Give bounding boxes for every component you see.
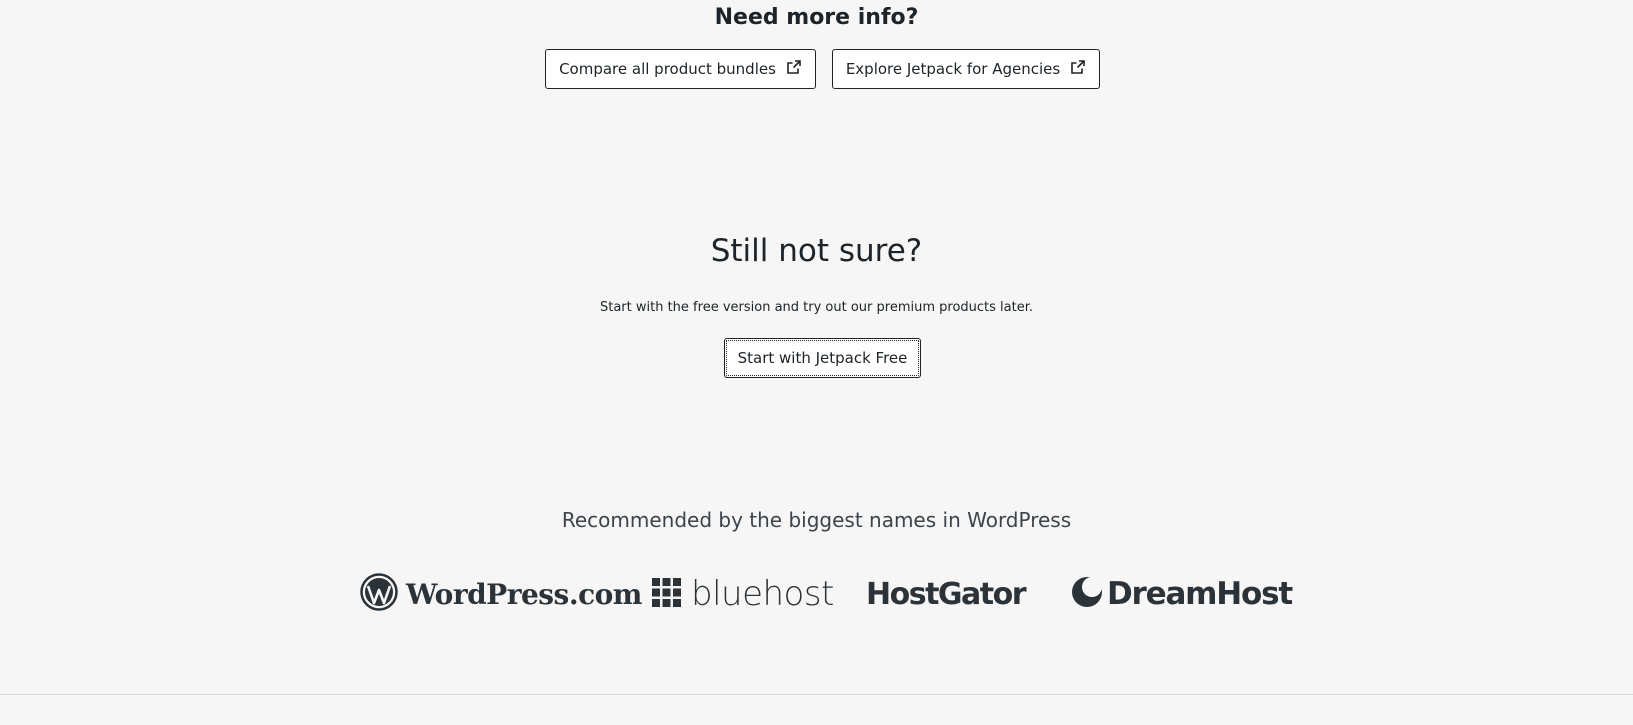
start-jetpack-free-button[interactable]: Start with Jetpack Free — [724, 338, 921, 378]
dreamhost-moon-icon — [1071, 576, 1103, 612]
external-link-icon — [1070, 59, 1086, 79]
recommended-heading: Recommended by the biggest names in Word… — [561, 508, 1072, 532]
explore-agencies-label: Explore Jetpack for Agencies — [845, 60, 1061, 78]
external-link-icon — [786, 59, 802, 79]
bluehost-wordmark: bluehost — [691, 574, 834, 614]
dreamhost-wordmark: DreamHost — [1107, 576, 1293, 612]
footer-divider — [0, 694, 1633, 695]
still-not-sure-subtitle: Start with the free version and try out … — [599, 300, 1033, 315]
wordpress-com-logo: WordPress.com — [360, 570, 642, 618]
compare-bundles-button[interactable]: Compare all product bundles — [545, 49, 816, 89]
need-more-info-heading: Need more info? — [714, 5, 919, 30]
bluehost-logo: bluehost — [652, 570, 834, 618]
wordpress-com-wordmark: WordPress.com — [406, 577, 642, 611]
start-jetpack-free-label: Start with Jetpack Free — [737, 349, 908, 367]
wordpress-logo-icon — [360, 573, 398, 615]
bluehost-grid-icon — [652, 577, 681, 611]
dreamhost-logo: DreamHost — [1071, 570, 1293, 618]
hostgator-logo: HostGator — [866, 570, 1027, 618]
hostgator-wordmark: HostGator — [866, 576, 1027, 612]
still-not-sure-heading: Still not sure? — [710, 233, 923, 269]
explore-agencies-button[interactable]: Explore Jetpack for Agencies — [832, 49, 1100, 89]
compare-bundles-label: Compare all product bundles — [559, 60, 776, 78]
